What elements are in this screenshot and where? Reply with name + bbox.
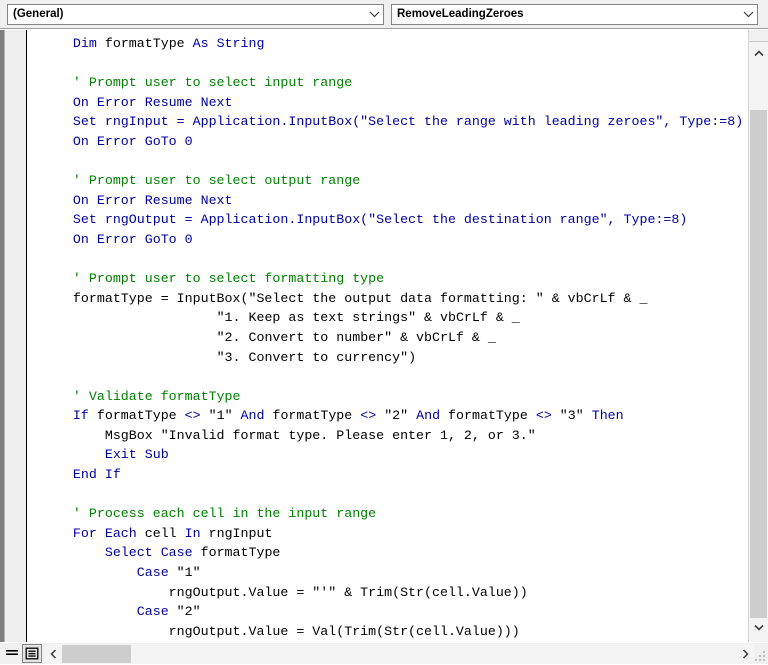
code-token: Dim [72,36,97,51]
code-token: On Error Resume Next [72,94,233,110]
chevron-left-icon[interactable] [45,645,62,663]
code-token: For Each [72,525,137,541]
procedure-dropdown-value: RemoveLeadingZeroes [397,8,524,20]
code-token: ' Prompt user to select formatting type [72,271,385,287]
code-token: On Error GoTo 0 [72,133,193,149]
chevron-down-icon[interactable] [749,618,768,636]
horizontal-scrollbar-track[interactable] [62,644,754,663]
vertical-scrollbar-corner [749,30,768,42]
code-token: formatType [264,408,361,424]
code-token: "2" [168,604,201,620]
code-token: End If [72,467,121,483]
resize-grip-icon[interactable] [755,651,766,662]
code-token: cell [136,525,185,541]
code-token: rngOutput.Value = "'" & Trim(Str(cell.Va… [168,584,528,600]
code-token: formatType [96,36,193,51]
code-token: "1" [200,408,241,424]
code-token: <> [535,408,552,424]
code-token: <> [184,408,201,424]
code-token: And [240,408,265,424]
code-token: formatType = InputBox("Select the output… [72,290,648,306]
code-token: ' Prompt user to select input range [72,75,353,91]
code-token: <> [360,408,377,424]
code-token: formatType [440,408,536,424]
code-token: rngOutput.Value = Val(Trim(Str(cell.Valu… [168,623,520,639]
code-token: ' Process each cell in the input range [72,506,377,522]
chevron-up-icon[interactable] [749,44,768,62]
code-token: ' Prompt user to select output range [72,173,361,189]
code-token: As String [192,36,265,51]
vertical-scrollbar[interactable] [748,30,768,642]
code-token: "2. Convert to number" & vbCrLf & _ [216,329,496,345]
code-token: On Error GoTo 0 [72,231,193,247]
horizontal-scrollbar-thumb[interactable] [62,644,132,663]
code-token: If [72,408,89,424]
full-module-view-icon [25,647,39,660]
code-token: "1. Keep as text strings" & vbCrLf & _ [216,310,520,326]
code-editor-area[interactable]: Dim formatType As String ' Prompt user t… [0,29,768,642]
vertical-scrollbar-thumb[interactable] [750,109,767,624]
code-token: Exit Sub [104,447,169,463]
code-token: "3. Convert to currency") [216,349,417,365]
code-token: Case [136,565,169,581]
status-bar [0,642,768,664]
code-token: "2" [376,408,417,424]
code-token: "1" [168,565,201,581]
code-token: formatType [88,408,185,424]
code-token: formatType [192,545,281,561]
full-module-view-button[interactable] [22,644,42,663]
procedure-view-icon [6,650,18,655]
horizontal-scrollbar[interactable] [45,643,754,664]
code-token: And [416,408,441,424]
code-scroll-region[interactable]: Dim formatType As String ' Prompt user t… [27,30,748,642]
code-token: In [184,525,201,541]
code-token: ' Validate formatType [72,388,241,404]
chevron-right-icon[interactable] [737,645,754,663]
code-token: rngInput [200,525,273,541]
code-token: Set rngInput = Application.InputBox("Sel… [72,114,744,130]
code-token: Select Case [104,545,193,561]
view-mode-buttons [0,643,42,665]
object-dropdown[interactable]: (General) [7,3,384,25]
code-token: MsgBox "Invalid format type. Please ente… [104,427,536,443]
margin-indicator-bar[interactable] [4,30,26,642]
code-token: "3" [551,408,592,424]
chevron-down-icon[interactable] [739,5,757,24]
code-pane-dropdown-bar: (General) RemoveLeadingZeroes [0,0,768,29]
code-token: On Error Resume Next [72,192,233,208]
procedure-dropdown[interactable]: RemoveLeadingZeroes [391,3,758,25]
code-token: Set rngOutput = Application.InputBox("Se… [72,212,688,228]
vba-code-editor-window: (General) RemoveLeadingZeroes Dim format… [0,0,768,664]
object-dropdown-value: (General) [13,8,64,20]
procedure-view-button[interactable] [2,644,22,663]
code-token: Then [591,408,624,424]
chevron-down-icon[interactable] [365,5,383,24]
code-token: Case [136,604,169,620]
vba-source-code[interactable]: Dim formatType As String ' Prompt user t… [27,30,748,642]
